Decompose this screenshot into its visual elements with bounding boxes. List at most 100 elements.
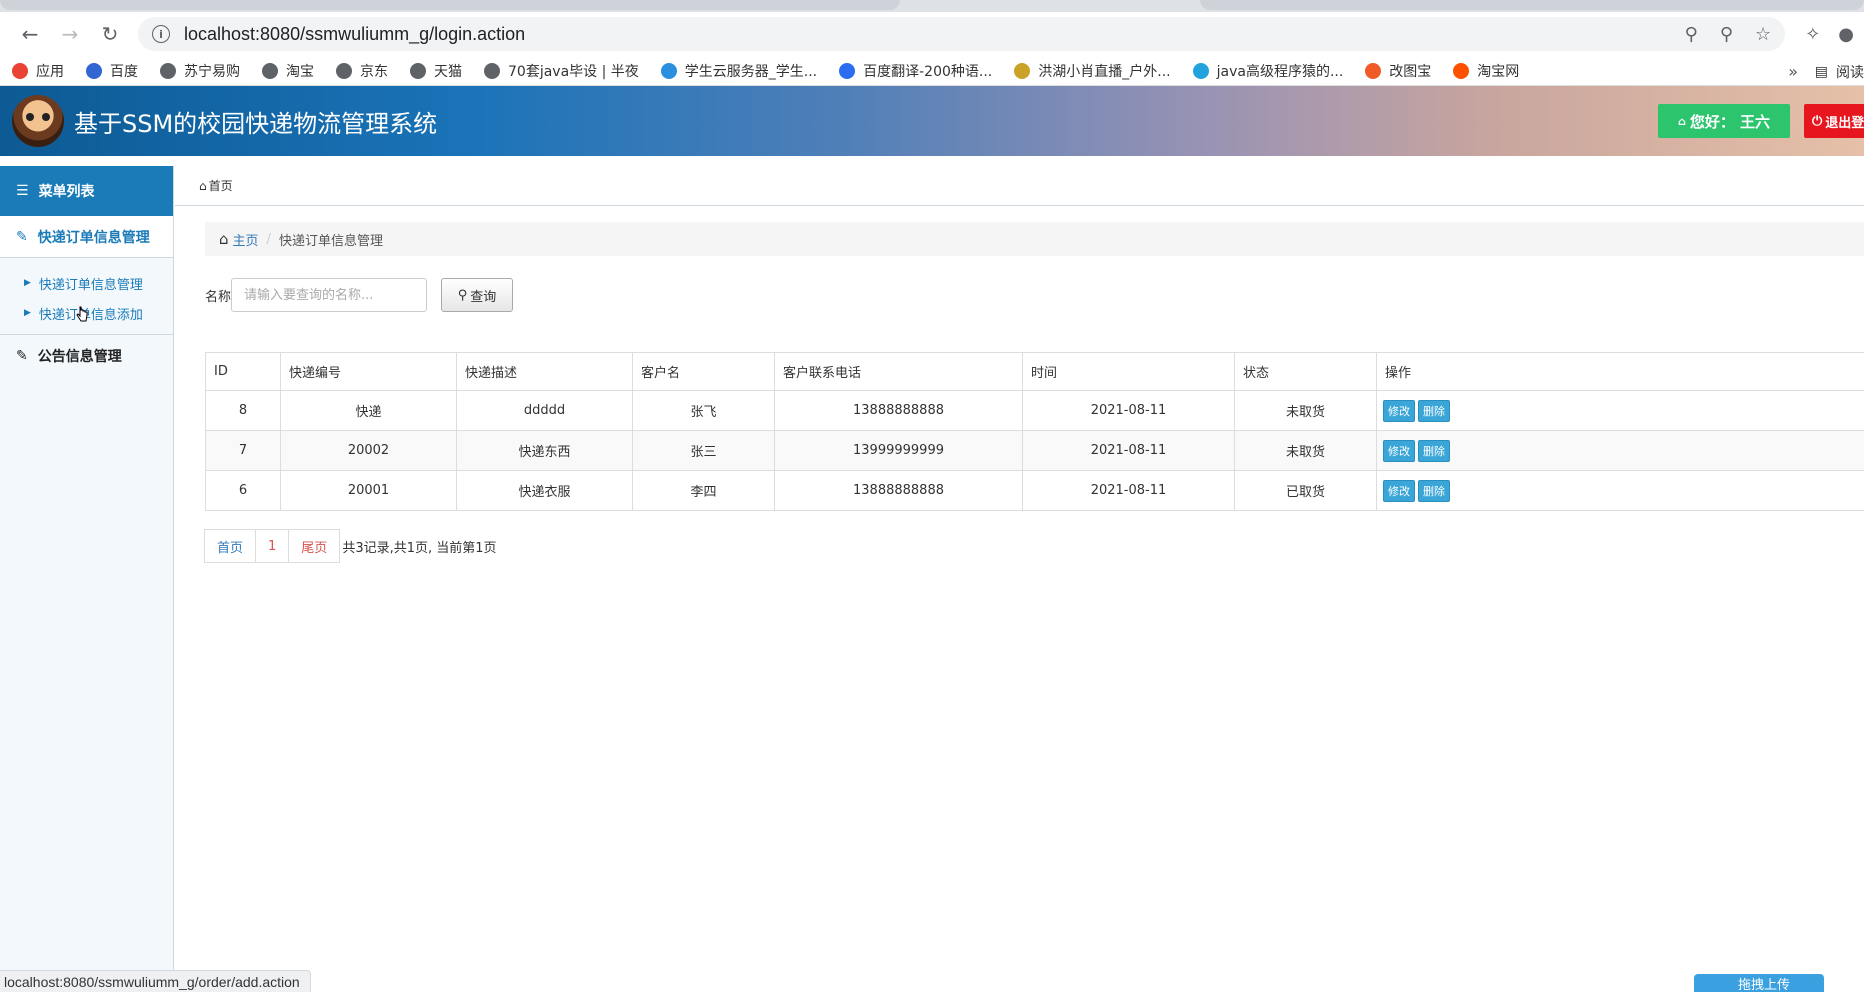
breadcrumb-separator: / bbox=[266, 231, 271, 247]
bookmark-item[interactable]: 京东 bbox=[336, 61, 388, 81]
logout-button[interactable]: ⏻ 退出登录 bbox=[1804, 104, 1864, 138]
bookmark-icon bbox=[262, 62, 278, 79]
bookmark-item[interactable]: 百度 bbox=[86, 61, 138, 81]
bookmark-item[interactable]: 学生云服务器_学生... bbox=[660, 61, 817, 81]
bookmark-item[interactable]: 天猫 bbox=[410, 61, 462, 81]
home-icon: ⌂ bbox=[199, 178, 207, 193]
table-header-row: ID 快递编号 快递描述 客户名 客户联系电话 时间 状态 操作 bbox=[205, 352, 1864, 391]
cell-phone: 13999999999 bbox=[774, 430, 1023, 471]
address-url[interactable]: localhost:8080/ssmwuliumm_g/login.action bbox=[184, 24, 525, 45]
delete-button[interactable]: 删除 bbox=[1418, 439, 1450, 462]
edit-button[interactable]: 修改 bbox=[1383, 479, 1415, 502]
bookmark-icon bbox=[336, 62, 352, 79]
page-first[interactable]: 首页 bbox=[204, 529, 257, 563]
back-icon[interactable]: ← bbox=[10, 18, 50, 50]
bookmark-icon bbox=[839, 62, 856, 79]
search-input[interactable] bbox=[231, 278, 428, 312]
breadcrumb: ⌂ 主页 / 快递订单信息管理 bbox=[205, 222, 1864, 256]
bookmarks-more-icon[interactable]: » bbox=[1788, 62, 1798, 81]
bookmark-icon bbox=[660, 62, 677, 79]
bookmarks-bar: 应用 百度 苏宁易购 淘宝 京东 天猫 70套java毕设 | 半夜 学生云服务器_学生...… bbox=[0, 56, 1864, 86]
search-button[interactable]: ⚲ 查询 bbox=[441, 278, 514, 312]
info-icon[interactable]: i bbox=[152, 25, 170, 43]
cell-desc: 快递东西 bbox=[456, 430, 633, 471]
sidebar-group-notices[interactable]: ✎ 公告信息管理 bbox=[0, 335, 173, 377]
star-icon[interactable]: ☆ bbox=[1755, 24, 1771, 45]
top-crumb[interactable]: ⌂ 首页 bbox=[175, 166, 1864, 206]
browser-toolbar: ← → ↻ i localhost:8080/ssmwuliumm_g/logi… bbox=[0, 12, 1864, 56]
cell-customer: 张三 bbox=[632, 430, 775, 471]
user-greeting[interactable]: ⌂ 您好： 王六 bbox=[1658, 104, 1790, 138]
bookmark-item[interactable]: 淘宝网 bbox=[1453, 61, 1519, 81]
column-header: 客户联系电话 bbox=[774, 352, 1023, 391]
home-icon: ⌂ bbox=[219, 230, 229, 248]
delete-button[interactable]: 删除 bbox=[1418, 479, 1450, 502]
cell-actions: 修改 删除 bbox=[1376, 430, 1864, 471]
edit-button[interactable]: 修改 bbox=[1383, 399, 1415, 422]
table-row: 8 快递 ddddd 张飞 13888888888 2021-08-11 未取货 修改 删除 bbox=[205, 390, 1864, 431]
app-header: 基于SSM的校园快递物流管理系统 ⌂ 您好： 王六 ⏻ 退出登录 bbox=[0, 86, 1864, 156]
cell-id: 7 bbox=[205, 430, 281, 471]
bookmark-item[interactable]: 应用 bbox=[12, 61, 64, 81]
column-header: 操作 bbox=[1376, 352, 1864, 391]
key-icon[interactable]: ⚲ bbox=[1685, 24, 1698, 45]
caret-right-icon: ▶ bbox=[24, 278, 31, 288]
browser-tab[interactable] bbox=[1200, 0, 1864, 10]
cell-code: 20002 bbox=[280, 430, 457, 471]
table-row: 7 20002 快递东西 张三 13999999999 2021-08-11 未取货 修改 删除 bbox=[205, 430, 1864, 471]
page-number[interactable]: 1 bbox=[255, 529, 290, 563]
cell-customer: 张飞 bbox=[632, 390, 775, 431]
sidebar: ☰ 菜单列表 ✎ 快递订单信息管理 ▶ 快递订单信息管理 ▶ 快递订单信息添加 … bbox=[0, 166, 174, 992]
edit-button[interactable]: 修改 bbox=[1383, 439, 1415, 462]
cell-time: 2021-08-11 bbox=[1022, 470, 1235, 511]
bookmark-item[interactable]: java高级程序猿的... bbox=[1192, 61, 1343, 81]
sidebar-group-orders[interactable]: ✎ 快递订单信息管理 bbox=[0, 216, 173, 258]
breadcrumb-current: 快递订单信息管理 bbox=[278, 233, 383, 249]
cell-time: 2021-08-11 bbox=[1022, 430, 1235, 471]
table-row: 6 20001 快递衣服 李四 13888888888 2021-08-11 已取货 修改 删除 bbox=[205, 470, 1864, 511]
zoom-icon[interactable]: ⚲ bbox=[1720, 24, 1733, 45]
bookmark-item[interactable]: 洪湖小肖直播_户外... bbox=[1014, 61, 1171, 81]
bookmark-icon bbox=[1365, 62, 1382, 79]
upload-button[interactable]: 拖拽上传 bbox=[1694, 974, 1824, 992]
cell-status: 未取货 bbox=[1234, 390, 1377, 431]
search-label: 名称 bbox=[205, 289, 232, 305]
profile-icon[interactable]: ● bbox=[1838, 24, 1854, 45]
page-last[interactable]: 尾页 bbox=[288, 529, 341, 563]
extensions-icon[interactable]: ✧ bbox=[1805, 24, 1820, 45]
bookmark-item[interactable]: 改图宝 bbox=[1365, 61, 1431, 81]
cell-desc: ddddd bbox=[456, 390, 633, 431]
reading-list[interactable]: ▤ 阅读 bbox=[1815, 62, 1864, 82]
orders-table: ID 快递编号 快递描述 客户名 客户联系电话 时间 状态 操作 8 快递 ddddd 张飞 1388… bbox=[205, 352, 1864, 511]
bookmark-icon bbox=[86, 62, 102, 79]
cell-phone: 13888888888 bbox=[774, 390, 1023, 431]
bookmark-icon bbox=[1453, 62, 1470, 79]
list-icon: ☰ bbox=[16, 183, 29, 199]
breadcrumb-home[interactable]: ⌂ 主页 bbox=[219, 230, 259, 249]
edit-icon: ✎ bbox=[16, 228, 28, 245]
bookmark-item[interactable]: 70套java毕设 | 半夜 bbox=[484, 61, 639, 81]
status-bar: localhost:8080/ssmwuliumm_g/order/add.ac… bbox=[0, 970, 311, 992]
bookmark-icon bbox=[160, 62, 176, 79]
cell-status: 未取货 bbox=[1234, 430, 1377, 471]
power-icon: ⏻ bbox=[1812, 113, 1823, 129]
forward-icon[interactable]: → bbox=[50, 18, 90, 50]
column-header: ID bbox=[205, 352, 281, 391]
browser-tab[interactable] bbox=[0, 0, 900, 10]
bookmark-icon bbox=[1014, 62, 1031, 79]
cell-actions: 修改 删除 bbox=[1376, 390, 1864, 431]
column-header: 时间 bbox=[1022, 352, 1235, 391]
sidebar-item-order-manage[interactable]: ▶ 快递订单信息管理 bbox=[0, 268, 173, 298]
cell-actions: 修改 删除 bbox=[1376, 470, 1864, 511]
bookmark-item[interactable]: 苏宁易购 bbox=[160, 61, 240, 81]
reload-icon[interactable]: ↻ bbox=[90, 18, 130, 50]
address-bar[interactable]: i localhost:8080/ssmwuliumm_g/login.acti… bbox=[138, 17, 1786, 51]
column-header: 快递编号 bbox=[280, 352, 457, 391]
bookmark-icon bbox=[484, 62, 500, 79]
bookmark-item[interactable]: 淘宝 bbox=[262, 61, 314, 81]
delete-button[interactable]: 删除 bbox=[1418, 399, 1450, 422]
edit-icon: ✎ bbox=[16, 348, 28, 364]
hand-cursor-icon bbox=[76, 306, 88, 322]
cell-status: 已取货 bbox=[1234, 470, 1377, 511]
bookmark-item[interactable]: 百度翻译-200种语... bbox=[839, 61, 992, 81]
